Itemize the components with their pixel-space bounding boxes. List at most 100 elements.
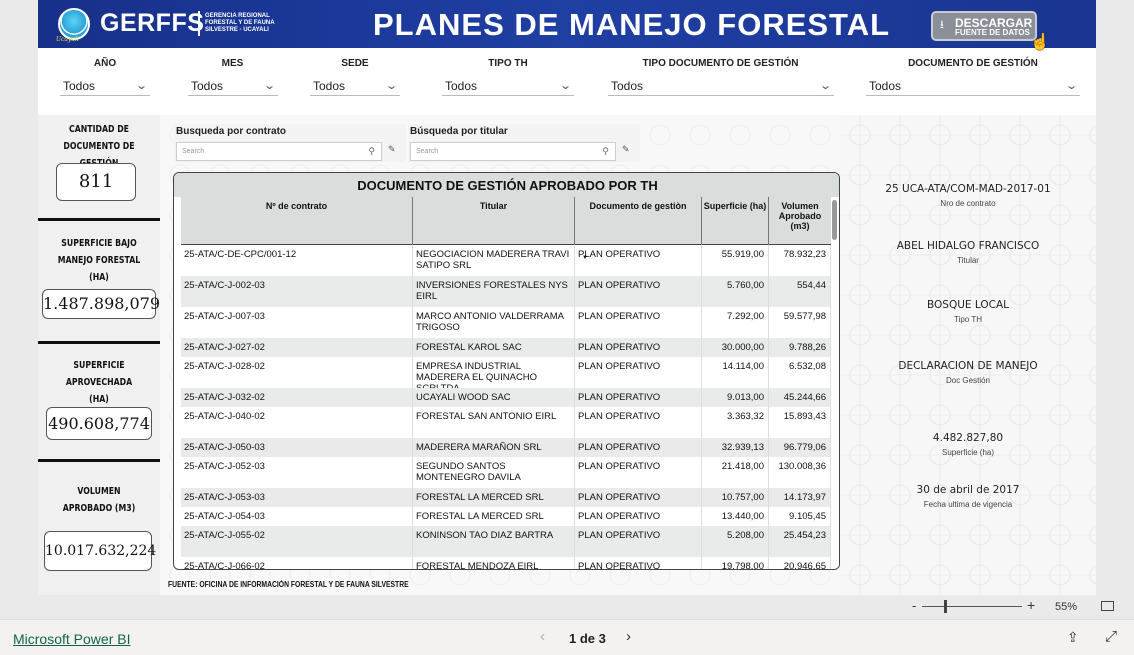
filter-sede-dropdown[interactable]: Todos ⌄ [310, 77, 400, 96]
prev-page-icon[interactable]: ‹ [540, 628, 545, 645]
detail-fecha-label: Fecha ultima de vigencia [923, 500, 1013, 509]
filter-mes-dropdown[interactable]: Todos ⌄ [188, 77, 278, 96]
left-gutter [0, 0, 38, 595]
detail-superficie: 4.482.827,80 Superficie (ha) [840, 432, 1096, 457]
search-contrato-panel: Busqueda por contrato Search ⚲ ✎ [174, 124, 406, 162]
table-cell: PLAN OPERATIVO [575, 407, 702, 438]
kpi-volumen-label: VOLUMEN APROBADO (M3) [62, 486, 136, 514]
download-icon: ⭳ [940, 19, 944, 31]
table-cell: PLAN OPERATIVO [575, 245, 702, 276]
search-contrato-input[interactable]: Search ⚲ [176, 142, 382, 161]
zoom-out-button[interactable]: - [912, 598, 916, 613]
scrollbar-thumb[interactable] [832, 200, 837, 240]
column-header-contrato[interactable]: Nº de contrato [181, 197, 413, 245]
filter-ano-dropdown[interactable]: Todos ⌄ [60, 77, 150, 96]
filter-label-ano: AÑO [93, 58, 117, 69]
table-cell: UCAYALI WOOD SAC [413, 388, 575, 407]
search-titular-input[interactable]: Search ⚲ [410, 142, 616, 161]
table-cell: 78.932,23 [769, 245, 831, 276]
table-row[interactable]: 25-ATA/C-J-050-03 MADERERA MARAÑON SRL PLA… [181, 438, 831, 457]
table-cell: MARCO ANTONIO VALDERRAMA TRIGOSO [413, 307, 575, 338]
table-cell: FORESTAL KAROL SAC [413, 338, 575, 357]
share-icon[interactable]: ⇪ [1067, 629, 1079, 646]
chevron-down-icon: ⌄ [384, 80, 398, 92]
detail-titular-label: Titular [957, 256, 979, 265]
chevron-down-icon: ⌄ [262, 80, 276, 92]
filter-label-sede: SEDE [341, 58, 369, 69]
column-header-volumen[interactable]: Volumen Aprobado (m3) [769, 197, 831, 245]
table-row[interactable]: 25-ATA/C-J-027-02 FORESTAL KAROL SAC PLAN … [181, 338, 831, 357]
table-cell: 21.418,00 [702, 457, 769, 488]
powerbi-footer: Microsoft Power BI ‹ 1 de 3 › ⇪ ⤢ [0, 619, 1134, 655]
table-row[interactable]: 25-ATA/C-J-002-03 INVERSIONES FORESTALES … [181, 276, 831, 307]
eraser-icon[interactable]: ✎ [622, 144, 630, 155]
table-cell: 3.363,32 [702, 407, 769, 438]
table-cell: 25-ATA/C-J-007-03 [181, 307, 413, 338]
table-cell: FORESTAL SAN ANTONIO EIRL [413, 407, 575, 438]
table-cell: 96.779,06 [769, 438, 831, 457]
table-row[interactable]: 25-ATA/C-J-028-02 EMPRESA INDUSTRIAL MADE… [181, 357, 831, 394]
table-cell: 5.208,00 [702, 526, 769, 557]
table-row[interactable]: 25-ATA/C-J-007-03 MARCO ANTONIO VALDERRAM… [181, 307, 831, 338]
table-row[interactable]: 25-ATA/C-J-053-03 FORESTAL LA MERCED SRL P… [181, 488, 831, 507]
kpi-aprovechada-label: SUPERFICIE APROVECHADA (HA) [65, 360, 133, 405]
filter-ano-value: Todos [63, 79, 96, 93]
table-cell: 45.244,66 [769, 388, 831, 407]
detail-fecha: 30 de abril de 2017 Fecha ultima de vigen… [840, 484, 1096, 509]
search-contrato-label: Busqueda por contrato [176, 126, 287, 137]
detail-doc-gestion-label: Doc Gestión [945, 376, 991, 385]
filter-doc-dropdown[interactable]: Todos ⌄ [866, 77, 1080, 96]
search-placeholder: Search [182, 148, 205, 155]
table-row[interactable]: 25-ATA/C-J-066-02 FORESTAL MENDOZA EIRL PL… [181, 557, 831, 569]
fit-page-icon[interactable] [1101, 601, 1114, 611]
table-cell: 15.893,43 [769, 407, 831, 438]
download-data-button[interactable]: ⭳ DESCARGAR FUENTE DE DATOS [931, 11, 1037, 41]
filter-sede-value: Todos [313, 79, 346, 93]
table-cell: 25-ATA/C-J-032-02 [181, 388, 413, 407]
detail-tipo-th-label: Tipo TH [953, 315, 982, 324]
table-cell: PLAN OPERATIVO [575, 507, 702, 526]
table-row[interactable]: 25-ATA/C-DE-CPC/001-12 NEGOCIACION MADERE… [181, 245, 831, 276]
table-scrollbar[interactable] [831, 197, 839, 569]
table-cell: EMPRESA INDUSTRIAL MADERERA EL QUINACHO … [413, 357, 575, 394]
next-page-icon[interactable]: › [626, 628, 631, 645]
kpi-divider [38, 341, 160, 344]
zoom-in-button[interactable]: + [1027, 597, 1035, 613]
table-row[interactable]: 25-ATA/C-J-032-02 UCAYALI WOOD SAC PLAN OP… [181, 388, 831, 407]
brand-name: GERFFS [100, 9, 205, 37]
kpi-aprovechada-value: 490.608,774 [46, 407, 152, 440]
table-cell: 19.798,00 [702, 557, 769, 569]
powerbi-link[interactable]: Microsoft Power BI [13, 631, 130, 647]
kpi-count-value: 811 [56, 163, 136, 201]
expand-icon[interactable]: ⤢ [1105, 628, 1117, 645]
table-cell: 25-ATA/C-J-053-03 [181, 488, 413, 507]
table-cell: 32.939,13 [702, 438, 769, 457]
chevron-down-icon: ⌄ [134, 80, 148, 92]
table-row[interactable]: 25-ATA/C-J-055-02 KONINSON TAO DIAZ BARTR… [181, 526, 831, 557]
table-cell: PLAN OPERATIVO [575, 307, 702, 338]
logo-text: Ucayali [56, 36, 79, 43]
kpi-panel: CANTIDAD DE DOCUMENTO DE GESTIÓN 811 SUP… [38, 115, 160, 595]
column-header-documento[interactable]: Documento de gestiòn [575, 197, 702, 245]
table-cell: 25-ATA/C-J-055-02 [181, 526, 413, 557]
table-row[interactable]: 25-ATA/C-J-040-02 FORESTAL SAN ANTONIO EI… [181, 407, 831, 438]
table-row[interactable]: 25-ATA/C-J-052-03 SEGUNDO SANTOS MONTENEG… [181, 457, 831, 488]
hand-cursor-icon: ☝ [1030, 34, 1050, 51]
table-body: 25-ATA/C-DE-CPC/001-12 NEGOCIACION MADERE… [181, 245, 831, 569]
search-icon: ⚲ [368, 146, 375, 156]
table-row[interactable]: 25-ATA/C-J-054-03 FORESTAL LA MERCED SRL P… [181, 507, 831, 526]
page-indicator: 1 de 3 [569, 631, 606, 646]
table-cell: FORESTAL LA MERCED SRL [413, 507, 575, 526]
filter-tipo-th-dropdown[interactable]: Todos ⌄ [442, 77, 574, 96]
column-header-titular[interactable]: Titular [413, 197, 575, 245]
zoom-slider-thumb[interactable] [944, 600, 947, 613]
column-header-superficie[interactable]: Superficie (ha) [702, 197, 769, 245]
filter-tipo-doc-dropdown[interactable]: Todos ⌄ [608, 77, 834, 96]
table-cell: PLAN OPERATIVO [575, 526, 702, 557]
filter-label-tipo-doc: TIPO DOCUMENTO DE GESTIÓN [642, 58, 799, 69]
table-cell: 7.292,00 [702, 307, 769, 338]
eraser-icon[interactable]: ✎ [388, 144, 396, 155]
table-title: DOCUMENTO DE GESTIÓN APROBADO POR TH [174, 173, 839, 197]
zoom-slider[interactable] [922, 606, 1022, 607]
report-canvas: Ucayali GERFFS GERENCIA REGIONAL FORESTA… [38, 0, 1096, 595]
